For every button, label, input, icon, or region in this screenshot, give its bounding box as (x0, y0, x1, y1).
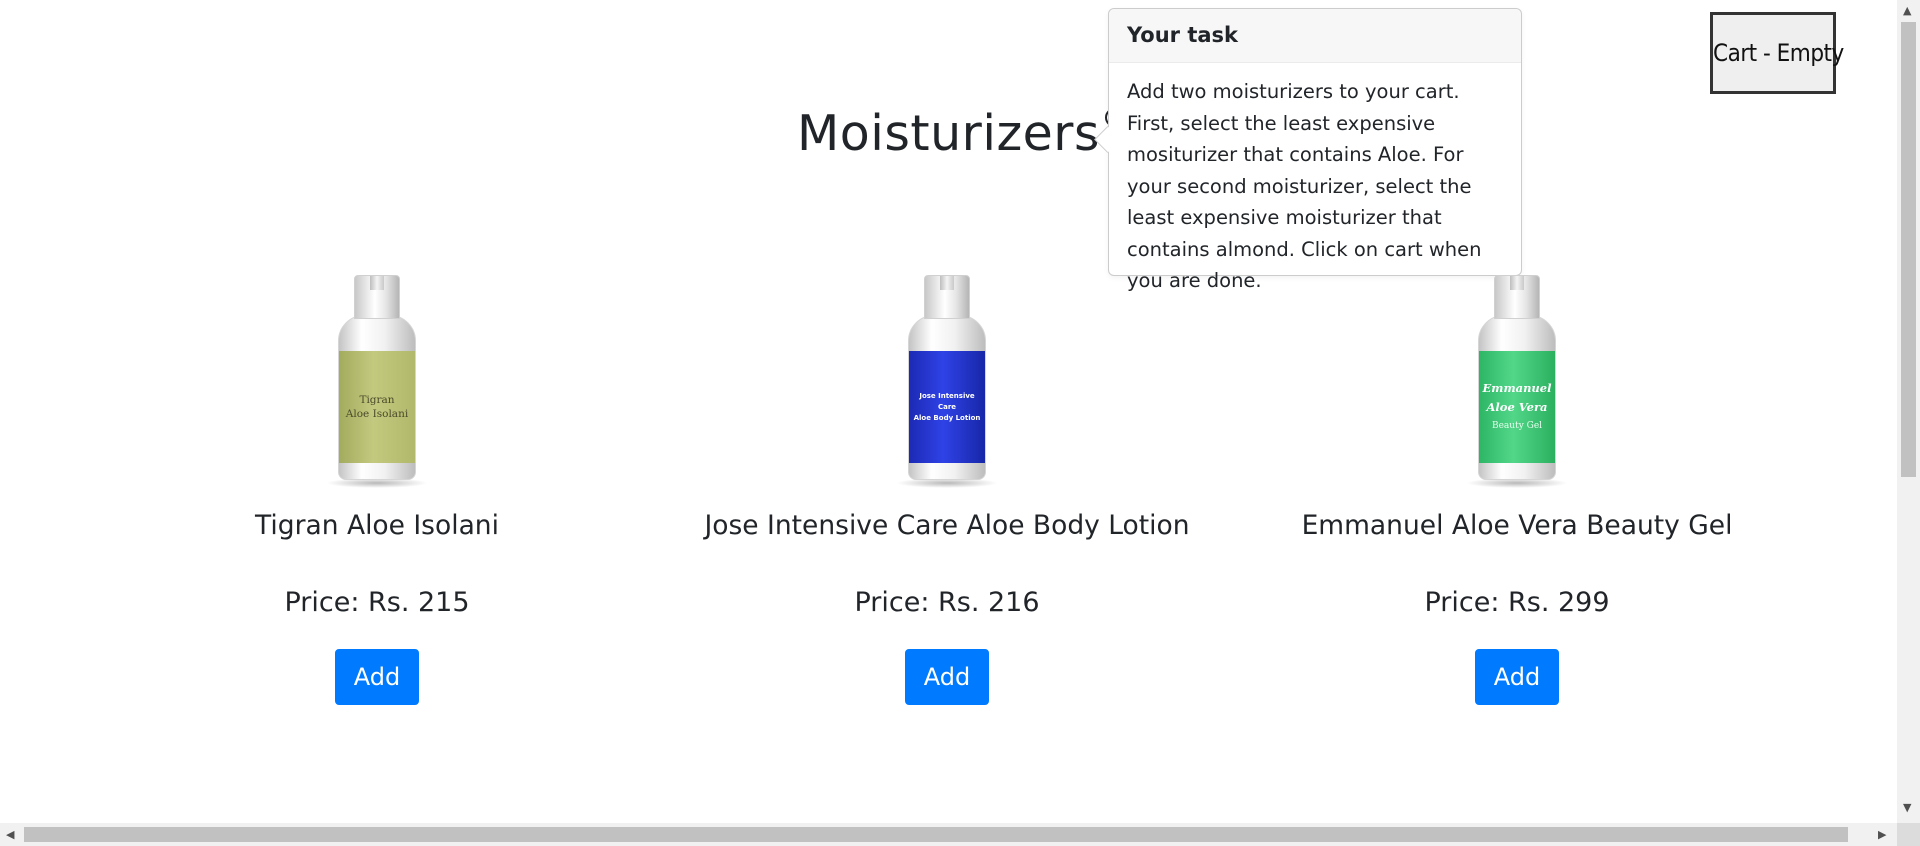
scroll-up-icon[interactable]: ▲ (1903, 5, 1911, 16)
bottle-label-line: Aloe Body Lotion (913, 413, 981, 422)
product-card: Emmanuel Aloe Vera Beauty Gel Emmanuel A… (1257, 275, 1777, 705)
scroll-right-icon[interactable]: ▶ (1878, 829, 1886, 840)
product-price: Price: Rs. 216 (854, 587, 1040, 618)
bottle-label: Emmanuel Aloe Vera Beauty Gel (1479, 351, 1555, 463)
bottle-label-line: Aloe Vera (1486, 399, 1548, 414)
bottle-label-line: Emmanuel (1482, 380, 1552, 395)
add-button[interactable]: Add (904, 649, 990, 705)
bottle-label-line: Beauty Gel (1491, 420, 1543, 431)
page-title: Moisturizers i (797, 104, 1124, 164)
product-price: Price: Rs. 299 (1424, 587, 1610, 618)
product-card: Jose Intensive Care Aloe Body Lotion Jos… (687, 275, 1207, 705)
product-name: Jose Intensive Care Aloe Body Lotion (704, 510, 1190, 541)
vertical-scrollbar[interactable]: ▲ ▼ (1897, 0, 1920, 823)
add-button[interactable]: Add (1474, 649, 1560, 705)
scrollbar-corner (1897, 823, 1920, 846)
cart-button[interactable]: Cart - Empty (1710, 12, 1844, 94)
bottle-label-line: Aloe Isolani (345, 408, 409, 420)
product-image: Emmanuel Aloe Vera Beauty Gel (1466, 275, 1568, 490)
popover-body: Add two moisturizers to your cart. First… (1127, 80, 1482, 292)
bottle-label: Jose Intensive Care Aloe Body Lotion (909, 351, 985, 463)
bottle-label-line: Tigran (359, 394, 395, 406)
task-popover: Your task Add two moisturizers to your c… (1094, 8, 1522, 292)
scroll-down-icon[interactable]: ▼ (1903, 802, 1911, 813)
product-card: Tigran Aloe Isolani Tigran Aloe Isolani … (117, 275, 637, 705)
product-price: Price: Rs. 215 (284, 587, 470, 618)
product-name: Tigran Aloe Isolani (255, 510, 499, 541)
bottle-label-line: Jose Intensive Care (919, 391, 975, 411)
popover-header: Your task (1109, 9, 1521, 63)
product-name: Emmanuel Aloe Vera Beauty Gel (1301, 510, 1733, 541)
scroll-left-icon[interactable]: ◀ (6, 829, 14, 840)
product-image: Tigran Aloe Isolani (326, 275, 428, 490)
title-wrap: Moisturizers i (0, 104, 1897, 164)
page-title-text: Moisturizers (797, 105, 1100, 162)
add-button[interactable]: Add (334, 649, 420, 705)
horizontal-scrollbar[interactable]: ◀ ▶ (0, 823, 1897, 846)
bottle-label: Tigran Aloe Isolani (339, 351, 415, 463)
product-image: Jose Intensive Care Aloe Body Lotion (896, 275, 998, 490)
vertical-scroll-thumb[interactable] (1901, 22, 1916, 477)
horizontal-scroll-thumb[interactable] (24, 827, 1848, 842)
page-content: Moisturizers i Your task Add two moistur… (0, 0, 1897, 823)
